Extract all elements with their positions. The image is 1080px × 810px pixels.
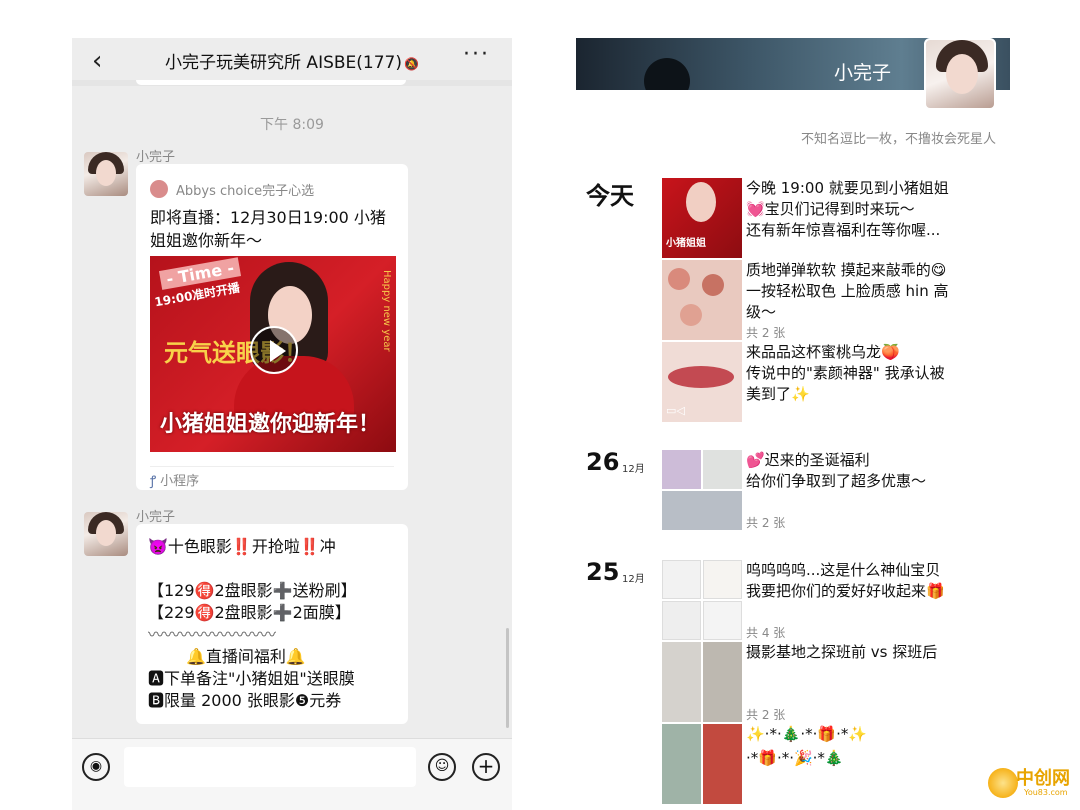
cover-banner: 小猪姐姐邀你迎新年！ [160, 412, 381, 437]
post-image-count: 共 2 张 [746, 708, 786, 722]
post-line: 还有新年惊喜福利在等你喔... [746, 221, 941, 239]
mini-program-description: 即将直播：12月30日19:00 小猪 姐姐邀你新年～ [150, 206, 400, 252]
message-line: 【129🉐2盘眼影➕送粉刷】 [148, 581, 357, 600]
post-line: 一按轻松取色 上脸质感 hin 高 [746, 282, 949, 300]
sender-avatar[interactable] [84, 152, 128, 196]
chat-title-text: 小完子玩美研究所 AISBE(177) [165, 53, 402, 73]
post-line: 我要把你们的爱好好收起来🎁 [746, 582, 945, 600]
post-image-count: 共 2 张 [746, 516, 786, 530]
post-line: ·*🎁·*·🎉·*🎄 [746, 749, 844, 767]
mini-program-card[interactable]: Abbys choice完子心选 即将直播：12月30日19:00 小猪 姐姐邀… [136, 164, 408, 490]
post-thumbnail[interactable]: 小猪姐姐 [662, 178, 742, 258]
message-line: 【229🉐2盘眼影➕2面膜】 [148, 603, 351, 622]
moments-profile: 小完子 不知名逗比一枚，不撸妆会死星人 今天 小猪姐姐 今晚 19:00 就要见… [576, 38, 1010, 810]
chat-title: 小完子玩美研究所 AISBE(177) 🔕 [72, 48, 512, 73]
chat-header: ‹ 小完子玩美研究所 AISBE(177) 🔕 ··· [72, 38, 512, 80]
watermark-text: 中创网 [1016, 768, 1070, 789]
post-line: 来品品这杯蜜桃乌龙🍑 [746, 343, 900, 361]
message-line: 👿十色眼影‼️开抢啦‼️冲 [148, 537, 336, 556]
post-line: 美到了✨ [746, 385, 810, 403]
desc-line: 姐姐邀你新年～ [150, 231, 263, 250]
mini-program-icon: ꝭ [150, 474, 157, 489]
voice-icon[interactable]: ◉ [82, 753, 110, 781]
post-thumbnail-grid[interactable] [662, 450, 742, 530]
mini-program-source: Abbys choice完子心选 [176, 184, 315, 199]
profile-name: 小完子 [834, 62, 892, 84]
post-line: 摄影基地之探班前 vs 探班后 [746, 643, 938, 661]
emoji-icon[interactable]: ☺ [428, 753, 456, 781]
input-bar: ◉ ☺ + [72, 738, 512, 810]
video-icon: ▭◁ [666, 404, 685, 417]
date-month: 12月 [622, 574, 645, 585]
post-line: 💕迟来的圣诞福利 [746, 451, 870, 469]
more-options-icon[interactable]: ··· [463, 42, 490, 67]
post-line: 传说中的"素颜神器" 我承认被 [746, 364, 945, 382]
desc-line: 即将直播：12月30日19:00 小猪 [150, 208, 386, 227]
post-thumbnail-grid[interactable] [662, 560, 742, 640]
post-thumbnail[interactable]: ▭◁ [662, 342, 742, 422]
sender-name: 小完子 [136, 510, 176, 525]
message-line: 🅱限量 2000 张眼影❺元券 [148, 691, 342, 710]
text-message-bubble[interactable]: 👿十色眼影‼️开抢啦‼️冲 【129🉐2盘眼影➕送粉刷】 【229🉐2盘眼影➕2… [136, 524, 408, 724]
post-line: 今晚 19:00 就要见到小猪姐姐 [746, 179, 949, 197]
post-line: 呜呜呜呜...这是什么神仙宝贝 [746, 561, 941, 579]
post-line: 级～ [746, 303, 777, 321]
date-day: 26 [586, 448, 620, 476]
message-input[interactable] [124, 747, 416, 787]
date-month: 12月 [622, 464, 645, 475]
chat-window: ‹ 小完子玩美研究所 AISBE(177) 🔕 ··· 下午 8:09 小完子 A… [72, 38, 512, 810]
message-line: 🔔直播间福利🔔 [186, 647, 306, 666]
message-line: 〰〰〰〰〰〰〰〰 [148, 625, 277, 644]
plus-icon[interactable]: + [472, 753, 500, 781]
scrollbar[interactable] [506, 628, 509, 728]
post-image-count: 共 4 张 [746, 626, 786, 640]
brand-logo-icon [150, 180, 168, 198]
post-thumbnail-grid[interactable] [662, 724, 742, 804]
post-thumbnail-grid[interactable] [662, 642, 742, 722]
post-image-count: 共 2 张 [746, 326, 786, 340]
post-thumbnail[interactable] [662, 260, 742, 340]
sender-avatar[interactable] [84, 512, 128, 556]
message-timestamp: 下午 8:09 [260, 117, 324, 133]
cover-side-text: Happy new year [381, 270, 392, 352]
watermark-url: You83.com [1024, 788, 1068, 797]
profile-signature: 不知名逗比一枚，不撸妆会死星人 [800, 132, 996, 147]
watermark-logo-icon [988, 768, 1018, 798]
card-divider [150, 466, 394, 467]
date-day: 25 [586, 558, 620, 586]
header-divider [72, 80, 512, 86]
post-line: 质地弹弹软软 摸起来敲乖的😋 [746, 261, 947, 279]
date-day: 今天 [586, 182, 634, 210]
post-line: 给你们争取到了超多优惠～ [746, 472, 927, 490]
message-line: 🅰下单备注"小猪姐姐"送眼膜 [148, 669, 355, 688]
post-line: ✨·*·🎄·*·🎁·*✨ [746, 725, 868, 743]
sender-name: 小完子 [136, 150, 176, 165]
mute-bell-icon: 🔕 [404, 57, 419, 71]
post-line: 💓宝贝们记得到时来玩～ [746, 200, 915, 218]
live-cover-image[interactable]: - Time - 19:00准时开播 元气送眼影！ 小猪姐姐邀你迎新年！ Hap… [150, 256, 396, 452]
site-watermark: 中创网 You83.com [984, 762, 1080, 810]
profile-avatar[interactable] [924, 38, 996, 110]
play-icon[interactable] [250, 326, 298, 374]
mini-program-label: ꝭ 小程序 [150, 470, 199, 489]
mini-program-kind: 小程序 [160, 474, 200, 489]
